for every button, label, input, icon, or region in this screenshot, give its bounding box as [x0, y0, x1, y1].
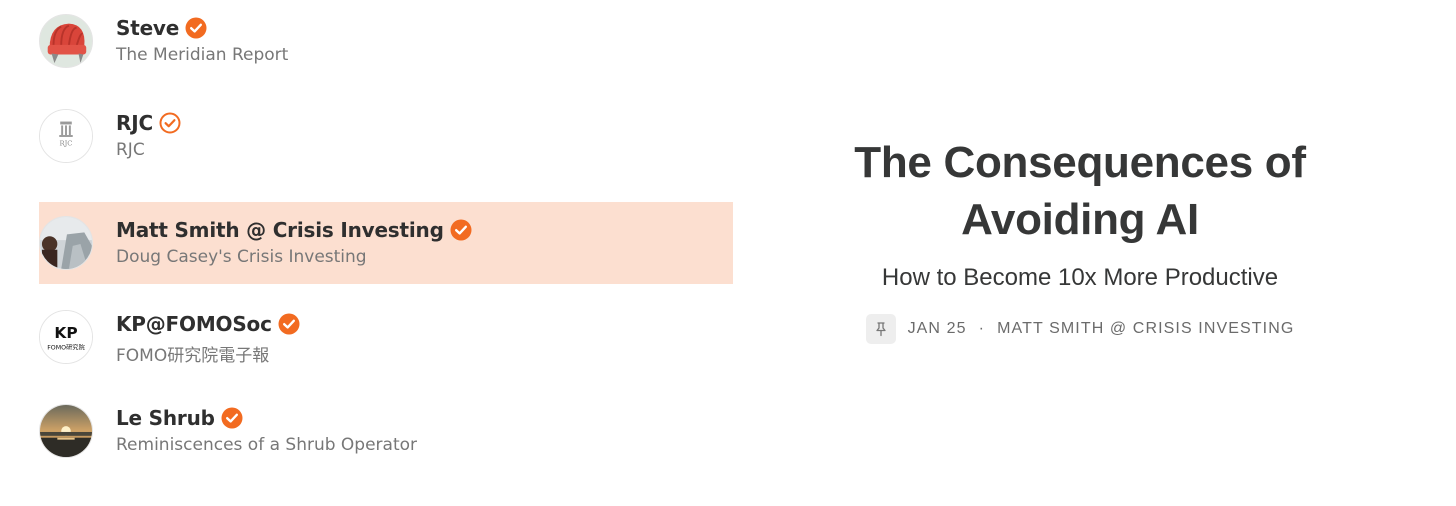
verified-badge-icon	[221, 407, 243, 429]
writer-name[interactable]: Steve	[116, 16, 179, 40]
post-title[interactable]: The Consequences of Avoiding AI	[800, 134, 1360, 248]
writer-name[interactable]: KP@FOMOSoc	[116, 312, 272, 336]
writer-name-line: Steve	[116, 14, 207, 42]
writer-row-steve[interactable]: Steve The Meridian Report	[39, 0, 733, 82]
writer-name-line: Matt Smith @ Crisis Investing	[116, 216, 472, 244]
avatar-logo-text: RJC	[60, 140, 73, 148]
publication-name: Doug Casey's Crisis Investing	[116, 247, 367, 267]
publication-name: Reminiscences of a Shrub Operator	[116, 435, 418, 455]
post-preview[interactable]: The Consequences of Avoiding AI How to B…	[800, 0, 1360, 506]
post-date: JAN 25	[907, 320, 967, 337]
avatar-logo-subtext: FOMO研究院	[47, 343, 85, 352]
writer-name-line: KP@FOMOSoc	[116, 310, 300, 338]
writer-row-matt-smith[interactable]: Matt Smith @ Crisis Investing Doug Casey…	[39, 202, 733, 284]
avatar-logo-text: KP	[54, 324, 77, 342]
post-meta: JAN 25 · MATT SMITH @ CRISIS INVESTING	[800, 314, 1360, 344]
post-subtitle: How to Become 10x More Productive	[881, 264, 1279, 291]
writer-row-le-shrub[interactable]: Le Shrub Reminiscences of a Shrub Operat…	[39, 390, 733, 472]
writer-name-line: RJC	[116, 109, 181, 137]
sunset-avatar	[39, 404, 93, 458]
verified-outline-badge-icon	[159, 112, 181, 134]
verified-badge-icon	[450, 219, 472, 241]
writer-row-rjc[interactable]: RJC RJC RJC	[39, 95, 733, 177]
writer-name[interactable]: Le Shrub	[116, 406, 215, 430]
writer-list: Steve The Meridian Report RJC RJC RJC Ma…	[0, 0, 740, 506]
verified-badge-icon	[185, 17, 207, 39]
publication-name: FOMO研究院電子報	[116, 346, 270, 366]
kp-logo-avatar: KP FOMO研究院	[39, 310, 93, 364]
meta-separator: ·	[978, 320, 986, 337]
publication-name: The Meridian Report	[116, 45, 289, 65]
photo-avatar	[39, 216, 93, 270]
rjc-logo-avatar: RJC	[39, 109, 93, 163]
writer-name[interactable]: RJC	[116, 111, 153, 135]
pin-icon	[865, 314, 896, 344]
publication-name: RJC	[116, 140, 145, 160]
writer-name-line: Le Shrub	[116, 404, 243, 432]
writer-name[interactable]: Matt Smith @ Crisis Investing	[116, 218, 444, 242]
verified-badge-icon	[278, 313, 300, 335]
red-beanie-avatar	[39, 14, 93, 68]
post-author[interactable]: MATT SMITH @ CRISIS INVESTING	[997, 320, 1294, 338]
writer-row-kp-fomosoc[interactable]: KP FOMO研究院 KP@FOMOSoc FOMO研究院電子報	[39, 296, 733, 378]
